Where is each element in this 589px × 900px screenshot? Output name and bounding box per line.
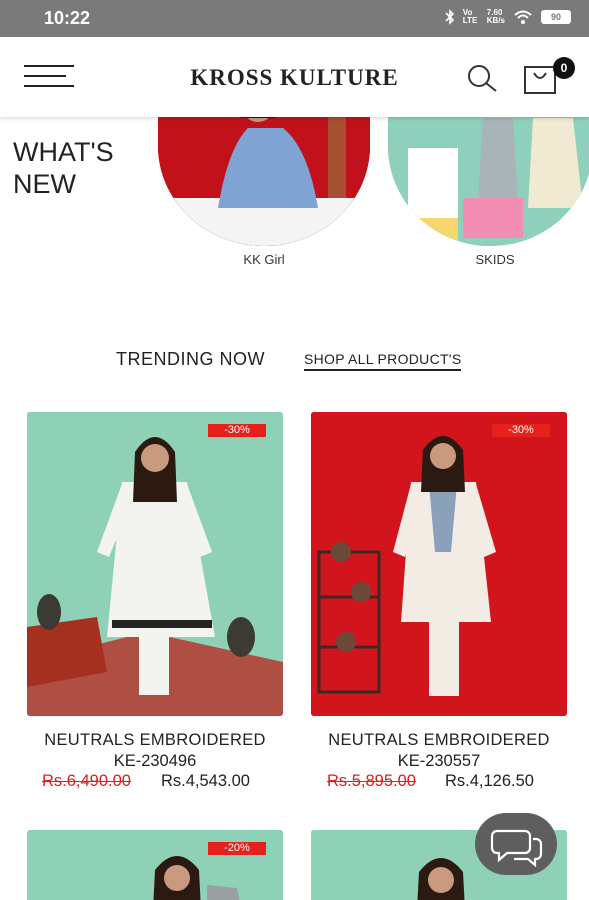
status-time: 10:22 — [44, 8, 91, 28]
search-icon — [468, 65, 497, 92]
cart-count-badge: 0 — [553, 57, 575, 79]
product-code: KE-230496 — [113, 752, 197, 770]
app-header: KROSS KULTURE 0 — [0, 37, 589, 117]
search-button[interactable] — [465, 63, 499, 93]
category-label-skids[interactable]: SKIDS — [445, 252, 545, 267]
chat-bubbles-icon — [490, 829, 543, 868]
speed-unit: KB/s — [486, 16, 505, 25]
product-photo-3 — [27, 830, 283, 900]
network-label: Vo LTE — [462, 8, 478, 25]
status-bar: 10:22 Vo LTE 7.60 KB/s 90 — [0, 0, 589, 37]
product-name[interactable]: NEUTRALS EMBROIDERED — [22, 731, 288, 750]
product-photo-1 — [27, 412, 283, 716]
shop-all-products-link[interactable]: SHOP ALL PRODUCT'S — [304, 351, 462, 371]
status-icons: Vo LTE 7.60 KB/s 90 — [445, 9, 571, 25]
product-old-price: Rs.6,490.00 — [42, 772, 131, 790]
product-image[interactable]: -30% — [27, 412, 283, 716]
speed-indicator: 7.60 KB/s — [487, 9, 505, 25]
brand-logo[interactable]: KROSS KULTURE — [0, 65, 589, 91]
product-image[interactable]: -30% — [311, 412, 567, 716]
trending-now-title: TRENDING NOW — [116, 349, 265, 369]
chat-button[interactable] — [475, 813, 557, 875]
product-code: KE-230557 — [397, 752, 481, 770]
product-new-price: Rs.4,543.00 — [161, 772, 250, 790]
product-photo-2 — [311, 412, 567, 716]
product-old-price: Rs.5,895.00 — [327, 772, 416, 790]
bluetooth-icon — [445, 9, 454, 25]
wifi-icon — [514, 10, 532, 24]
discount-badge: -30% — [492, 424, 550, 437]
product-name[interactable]: NEUTRALS EMBROIDERED — [306, 731, 572, 750]
product-image[interactable]: -20% — [27, 830, 283, 900]
battery-level: 90 — [550, 12, 561, 22]
battery-icon: 90 — [541, 10, 571, 24]
category-label-kk-girl[interactable]: KK Girl — [214, 252, 314, 267]
product-new-price: Rs.4,126.50 — [445, 772, 534, 790]
whats-new-title: WHAT'S NEW — [13, 137, 114, 199]
discount-badge: -20% — [208, 842, 266, 855]
discount-badge: -30% — [208, 424, 266, 437]
